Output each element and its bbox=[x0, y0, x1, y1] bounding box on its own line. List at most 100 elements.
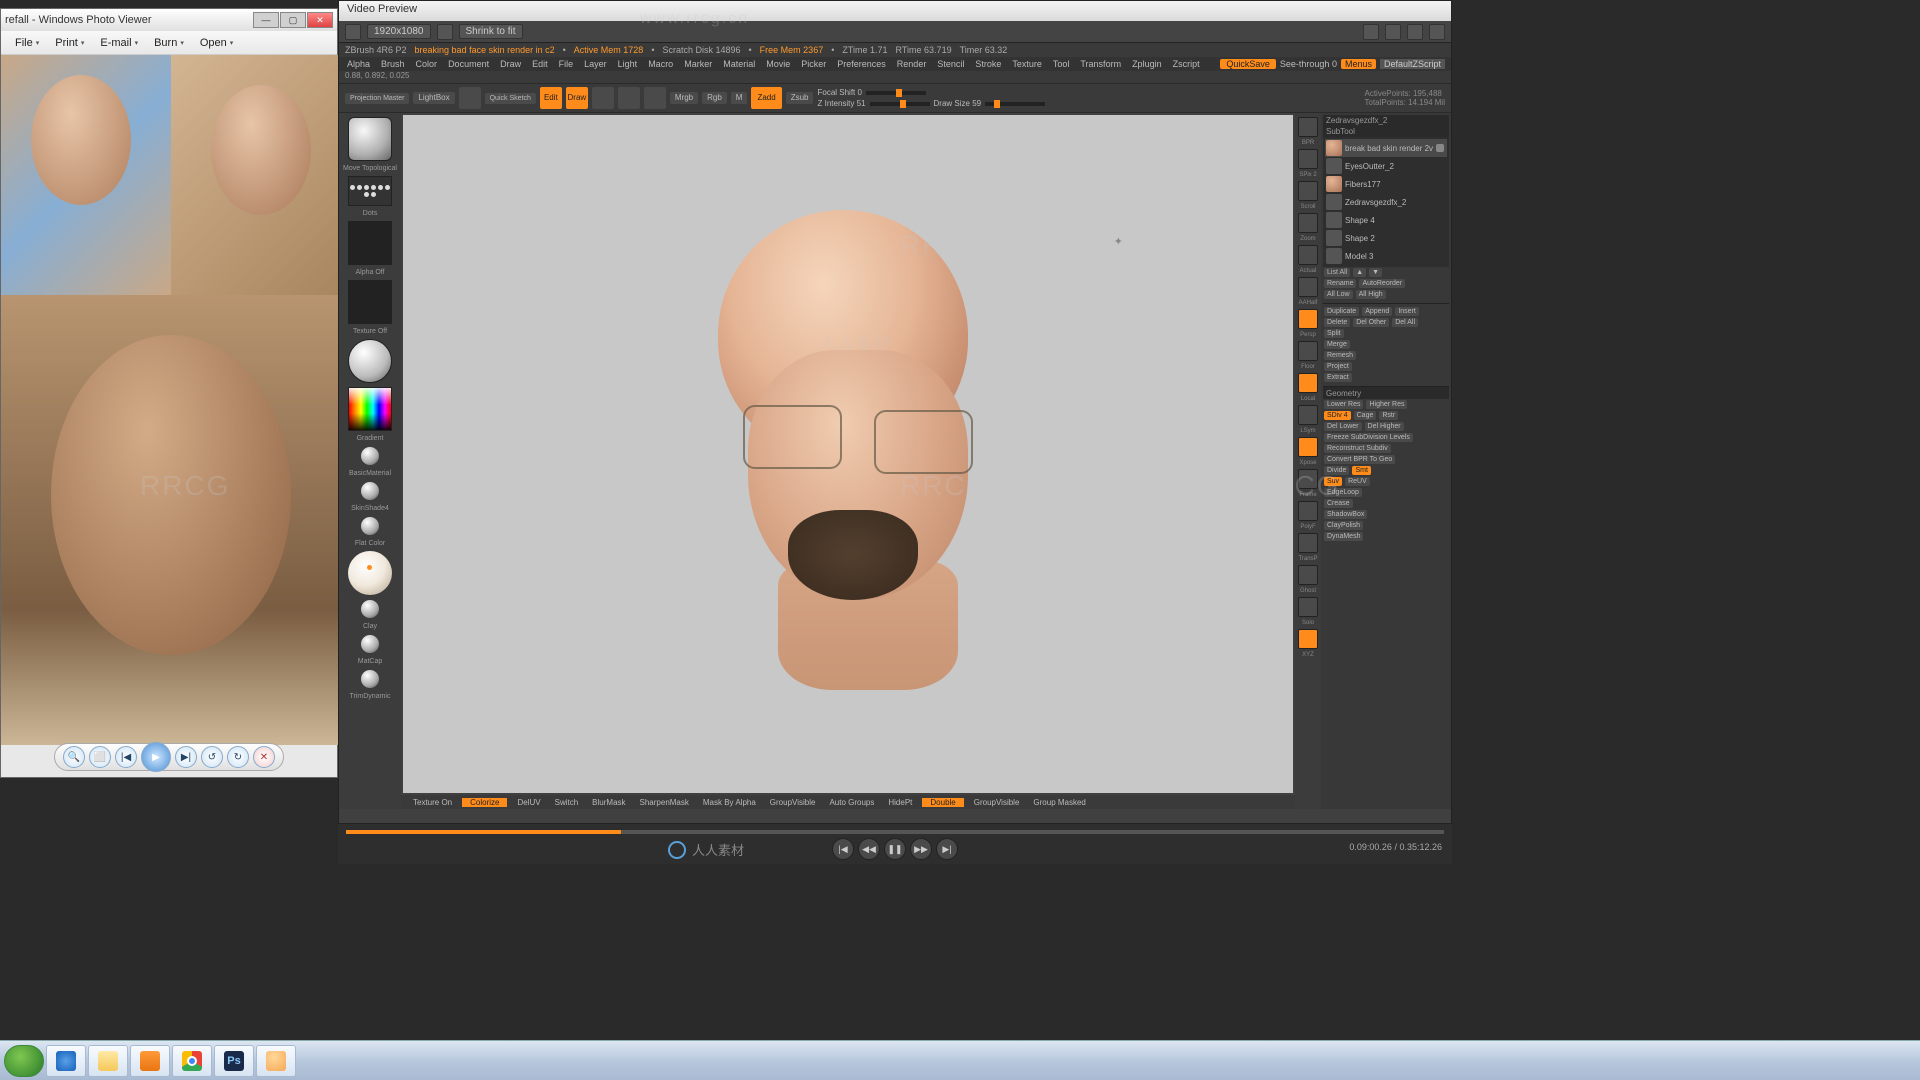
zb-rt-zoom[interactable] bbox=[1298, 213, 1318, 233]
taskbar-explorer[interactable] bbox=[88, 1045, 128, 1077]
zb-menu-brush[interactable]: Brush bbox=[379, 59, 407, 69]
zb-gradient-label[interactable]: Gradient bbox=[357, 435, 384, 442]
zb-delall[interactable]: Del All bbox=[1392, 318, 1418, 327]
zb-color-picker[interactable] bbox=[348, 387, 392, 431]
zb-menu-stroke[interactable]: Stroke bbox=[973, 59, 1003, 69]
zb-menu-marker[interactable]: Marker bbox=[682, 59, 714, 69]
zb-seethrough[interactable]: See-through 0 bbox=[1280, 59, 1337, 69]
zb-texture-preview[interactable] bbox=[348, 280, 392, 324]
zb-quicksave[interactable]: QuickSave bbox=[1220, 59, 1276, 69]
zb-cage[interactable]: Cage bbox=[1354, 411, 1377, 420]
zb-suv[interactable]: Suv bbox=[1324, 477, 1342, 486]
pv-play[interactable]: ▶ bbox=[141, 742, 171, 772]
zb-mat-5[interactable] bbox=[361, 670, 379, 688]
zb-menu-light[interactable]: Light bbox=[616, 59, 640, 69]
zb-menu-picker[interactable]: Picker bbox=[799, 59, 828, 69]
vp-opt4-icon[interactable] bbox=[1429, 24, 1445, 40]
zb-zsub[interactable]: Zsub bbox=[786, 92, 814, 104]
zb-arrow-up-icon[interactable]: ▲ bbox=[1353, 268, 1366, 277]
zb-menu-file[interactable]: File bbox=[557, 59, 576, 69]
maximize-button[interactable]: ▢ bbox=[280, 12, 306, 28]
zb-menu-edit[interactable]: Edit bbox=[530, 59, 550, 69]
zb-menu-transform[interactable]: Transform bbox=[1078, 59, 1123, 69]
zb-rotate-icon[interactable] bbox=[644, 87, 666, 109]
playback-next[interactable]: ▶▶ bbox=[910, 838, 932, 860]
taskbar-chrome[interactable] bbox=[172, 1045, 212, 1077]
zb-menu-zplugin[interactable]: Zplugin bbox=[1130, 59, 1164, 69]
zb-alpha-preview[interactable] bbox=[348, 221, 392, 265]
zb-drawsize-slider[interactable] bbox=[985, 102, 1045, 106]
zb-higherres[interactable]: Higher Res bbox=[1366, 400, 1407, 409]
zb-freeze[interactable]: Freeze SubDivision Levels bbox=[1324, 433, 1413, 442]
pv-rotate-right[interactable]: ↻ bbox=[227, 746, 249, 768]
playback-first[interactable]: |◀ bbox=[832, 838, 854, 860]
zb-rt-actual[interactable] bbox=[1298, 245, 1318, 265]
vp-monitor-icon[interactable] bbox=[345, 24, 361, 40]
zb-menu-document[interactable]: Document bbox=[446, 59, 491, 69]
zb-draw[interactable]: Draw bbox=[566, 87, 588, 109]
zb-mat-0[interactable] bbox=[361, 447, 379, 465]
zb-rt-xpose[interactable] bbox=[1298, 437, 1318, 457]
pv-delete[interactable]: ✕ bbox=[253, 746, 275, 768]
zb-duplicate[interactable]: Duplicate bbox=[1324, 307, 1359, 316]
zb-menu-stencil[interactable]: Stencil bbox=[935, 59, 966, 69]
pv-next[interactable]: ▶| bbox=[175, 746, 197, 768]
zb-claypolish[interactable]: ClayPolish bbox=[1324, 521, 1363, 530]
zb-mat-1[interactable] bbox=[361, 482, 379, 500]
close-button[interactable]: ✕ bbox=[307, 12, 333, 28]
zb-menu-draw[interactable]: Draw bbox=[498, 59, 523, 69]
zb-mat-3[interactable] bbox=[361, 600, 379, 618]
zb-edit[interactable]: Edit bbox=[540, 87, 562, 109]
zb-subtool-5[interactable]: Shape 2 bbox=[1325, 229, 1447, 247]
zb-rename[interactable]: Rename bbox=[1324, 279, 1356, 288]
zb-menu-texture[interactable]: Texture bbox=[1010, 59, 1044, 69]
zb-merge[interactable]: Merge bbox=[1324, 340, 1350, 349]
zb-rt-transp[interactable] bbox=[1298, 533, 1318, 553]
vp-opt1-icon[interactable] bbox=[1363, 24, 1379, 40]
zb-material-preview[interactable] bbox=[348, 339, 392, 383]
zb-rgb[interactable]: Rgb bbox=[702, 92, 727, 104]
zb-default-script[interactable]: DefaultZScript bbox=[1380, 59, 1445, 69]
zb-menu-render[interactable]: Render bbox=[895, 59, 929, 69]
minimize-button[interactable]: — bbox=[253, 12, 279, 28]
zb-convertbpr[interactable]: Convert BPR To Geo bbox=[1324, 455, 1395, 464]
zb-subtool-6[interactable]: Model 3 bbox=[1325, 247, 1447, 265]
zb-subtool-2[interactable]: Fibers177 bbox=[1325, 175, 1447, 193]
zb-zadd[interactable]: Zadd bbox=[751, 87, 781, 109]
zb-rt-floor[interactable] bbox=[1298, 341, 1318, 361]
taskbar-app[interactable] bbox=[256, 1045, 296, 1077]
vp-titlebar[interactable]: Video Preview bbox=[339, 1, 1451, 21]
pv-menu-email[interactable]: E-mail bbox=[92, 35, 146, 51]
zb-rt-persp[interactable] bbox=[1298, 309, 1318, 329]
zb-rt-solo[interactable] bbox=[1298, 597, 1318, 617]
zb-zintensity-slider[interactable] bbox=[870, 102, 930, 106]
zb-maskbyalpha[interactable]: Mask By Alpha bbox=[699, 798, 760, 807]
pv-menu-file[interactable]: File bbox=[7, 35, 47, 51]
zb-arrow-down-icon[interactable]: ▼ bbox=[1369, 268, 1382, 277]
zb-move-icon[interactable] bbox=[592, 87, 614, 109]
zb-crease[interactable]: Crease bbox=[1324, 499, 1353, 508]
zb-delete[interactable]: Delete bbox=[1324, 318, 1350, 327]
zb-divide[interactable]: Divide bbox=[1324, 466, 1349, 475]
zb-append[interactable]: Append bbox=[1362, 307, 1392, 316]
zb-lowerres[interactable]: Lower Res bbox=[1324, 400, 1363, 409]
pv-zoom[interactable]: 🔍 bbox=[63, 746, 85, 768]
zb-hidept[interactable]: HidePt bbox=[884, 798, 916, 807]
zb-colorize[interactable]: Colorize bbox=[462, 798, 507, 807]
zb-allhigh[interactable]: All High bbox=[1356, 290, 1386, 299]
zb-menu-color[interactable]: Color bbox=[414, 59, 440, 69]
eye-icon[interactable] bbox=[1436, 144, 1444, 152]
zb-tool-name[interactable]: Zedravsgezdfx_2 bbox=[1323, 115, 1449, 126]
vp-opt2-icon[interactable] bbox=[1385, 24, 1401, 40]
zb-mrgb[interactable]: Mrgb bbox=[670, 92, 698, 104]
zb-mat-2[interactable] bbox=[361, 517, 379, 535]
vp-resolution[interactable]: 1920x1080 bbox=[367, 24, 431, 39]
zb-switch[interactable]: Switch bbox=[551, 798, 583, 807]
zb-rt-polyf[interactable] bbox=[1298, 501, 1318, 521]
zb-rt-frame[interactable] bbox=[1298, 469, 1318, 489]
zb-menus-toggle[interactable]: Menus bbox=[1341, 59, 1376, 69]
pv-prev[interactable]: |◀ bbox=[115, 746, 137, 768]
zb-rt-local[interactable] bbox=[1298, 373, 1318, 393]
playback-pause[interactable]: ❚❚ bbox=[884, 838, 906, 860]
pv-menu-burn[interactable]: Burn bbox=[146, 35, 192, 51]
